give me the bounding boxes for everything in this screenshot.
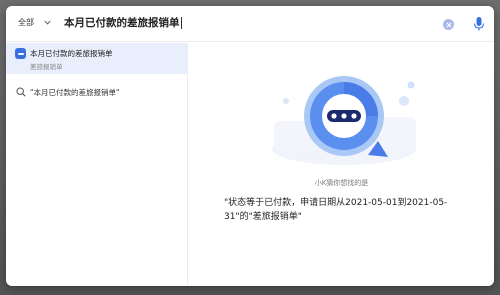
close-icon [446,22,451,27]
text-caret [180,16,182,29]
scope-dropdown[interactable]: 全部 [18,17,52,28]
chevron-down-icon [44,20,51,25]
result-interpretation[interactable]: "状态等于已付款，申请日期从2021-05-01到2021-05-31"的"差旅… [224,196,464,224]
microphone-icon[interactable] [473,16,485,32]
suggestion-search-text: "本月已付款的差旅报销单" [30,88,120,97]
search-icon [16,87,26,97]
suggestion-list: 本月已付款的差旅报销单 差旅报销单 "本月已付款的差旅报销单" [6,43,188,286]
scope-label: 全部 [18,18,34,27]
clear-button[interactable] [443,19,454,30]
expense-app-icon [15,48,26,59]
search-dialog: 全部 本月已付款的差旅报销单 本月已付款的差旅报销单 差旅报销单 "本月已付款的… [6,6,494,286]
suggestion-title: 本月已付款的差旅报销单 [30,49,113,58]
assistant-illustration [272,76,416,165]
suggestion-subtitle: 差旅报销单 [30,63,63,71]
suggestion-app-item[interactable]: 本月已付款的差旅报销单 差旅报销单 [6,43,188,74]
search-bar: 全部 本月已付款的差旅报销单 [6,6,494,42]
search-input[interactable]: 本月已付款的差旅报销单 [64,15,182,30]
search-query-text: 本月已付款的差旅报销单 [64,17,180,29]
suggestion-search-item[interactable]: "本月已付款的差旅报销单" [6,83,188,103]
guess-label: 小K猜你想找的是 [314,179,369,187]
result-panel: 小K猜你想找的是 "状态等于已付款，申请日期从2021-05-01到2021-0… [189,43,494,286]
